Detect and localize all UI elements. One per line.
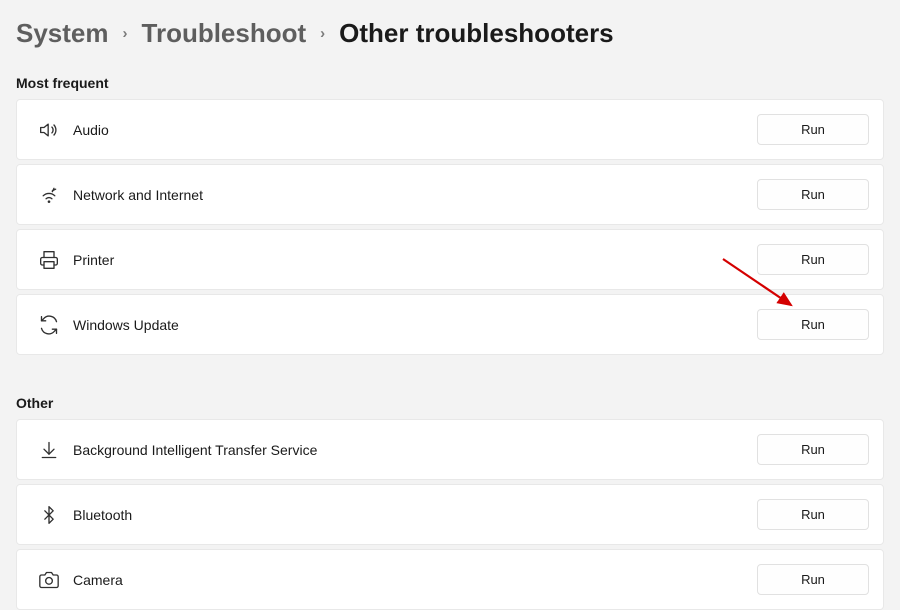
troubleshooter-row-bits: Background Intelligent Transfer Service …: [16, 419, 884, 480]
speaker-icon: [31, 120, 67, 140]
troubleshooter-label: Bluetooth: [73, 507, 757, 523]
chevron-right-icon: ›: [320, 25, 325, 42]
troubleshooter-row-audio: Audio Run: [16, 99, 884, 160]
run-button-windows-update[interactable]: Run: [757, 309, 869, 340]
bluetooth-icon: [31, 505, 67, 525]
printer-icon: [31, 250, 67, 270]
camera-icon: [31, 570, 67, 590]
troubleshooter-label: Background Intelligent Transfer Service: [73, 442, 757, 458]
section-other: Background Intelligent Transfer Service …: [0, 419, 900, 610]
section-header-most-frequent: Most frequent: [0, 67, 900, 99]
section-header-other: Other: [0, 387, 900, 419]
troubleshooter-label: Audio: [73, 122, 757, 138]
chevron-right-icon: ›: [123, 25, 128, 42]
troubleshooter-row-network: Network and Internet Run: [16, 164, 884, 225]
section-most-frequent: Audio Run Network and Internet Run Print…: [0, 99, 900, 355]
troubleshooter-row-printer: Printer Run: [16, 229, 884, 290]
refresh-icon: [31, 315, 67, 335]
run-button-printer[interactable]: Run: [757, 244, 869, 275]
download-icon: [31, 440, 67, 460]
breadcrumb-current: Other troubleshooters: [339, 18, 613, 49]
troubleshooter-label: Network and Internet: [73, 187, 757, 203]
troubleshooter-row-bluetooth: Bluetooth Run: [16, 484, 884, 545]
wifi-icon: [31, 185, 67, 205]
troubleshooter-label: Camera: [73, 572, 757, 588]
breadcrumb-troubleshoot[interactable]: Troubleshoot: [142, 18, 307, 49]
troubleshooter-label: Printer: [73, 252, 757, 268]
run-button-bluetooth[interactable]: Run: [757, 499, 869, 530]
run-button-bits[interactable]: Run: [757, 434, 869, 465]
run-button-camera[interactable]: Run: [757, 564, 869, 595]
breadcrumb: System › Troubleshoot › Other troublesho…: [0, 0, 900, 67]
run-button-network[interactable]: Run: [757, 179, 869, 210]
troubleshooter-row-windows-update: Windows Update Run: [16, 294, 884, 355]
troubleshooter-label: Windows Update: [73, 317, 757, 333]
run-button-audio[interactable]: Run: [757, 114, 869, 145]
breadcrumb-system[interactable]: System: [16, 18, 109, 49]
troubleshooter-row-camera: Camera Run: [16, 549, 884, 610]
